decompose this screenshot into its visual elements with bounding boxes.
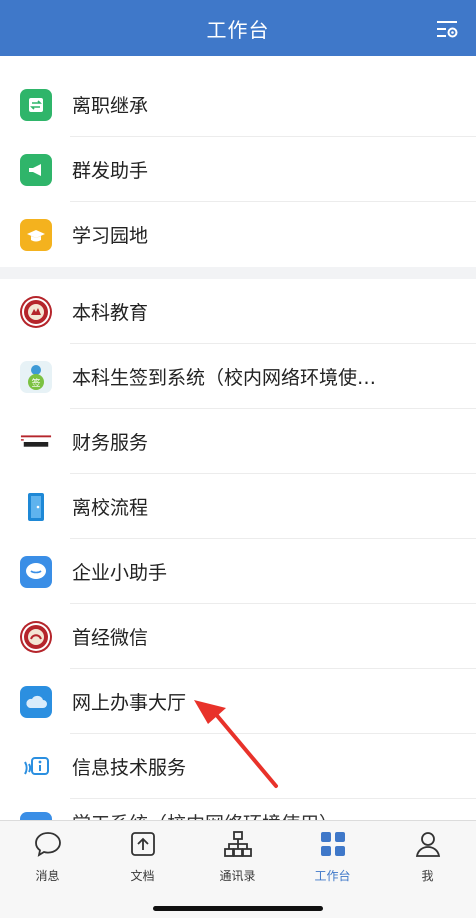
page-title: 工作台 [206,17,270,42]
org-chart-icon [223,831,252,857]
app-label: 离职继承 [72,95,149,117]
tab-documents[interactable]: 文档 [95,829,190,889]
app-label: 本科教育 [72,302,149,324]
sign-in-mascot-icon: 签 [20,360,52,393]
app-item-enterprise-assistant[interactable]: 企业小助手 [0,539,476,604]
app-label: 学习园地 [72,225,149,247]
workbench-app-list: 离职继承 群发助手 学习园地 本科教育 签 本科生签到系统（校内网络环境使… 财… [0,56,476,820]
tab-me[interactable]: 我 [380,829,475,889]
list-top-gap [0,56,476,72]
app-item-mass-message[interactable]: 群发助手 [0,137,476,202]
university-seal-icon [20,620,52,653]
transfer-icon [20,88,52,121]
tab-label: 工作台 [314,869,351,883]
finance-office-logo-icon [20,425,52,458]
app-label: 群发助手 [72,160,149,182]
settings-sliders-icon[interactable] [434,16,460,42]
tab-workbench[interactable]: 工作台 [285,829,380,889]
home-indicator [153,906,323,911]
app-item-cueb-wechat[interactable]: 首经微信 [0,604,476,669]
app-item-resignation-inherit[interactable]: 离职继承 [0,72,476,137]
app-label: 学工系统（校内网络环境使用） [72,809,338,820]
app-item-online-service-hall[interactable]: 网上办事大厅 [0,669,476,734]
grid-icon [320,832,345,856]
tab-label: 我 [421,869,434,883]
chat-bubble-icon [20,555,52,588]
message-bubble-icon [34,832,61,857]
app-item-learning-garden[interactable]: 学习园地 [0,202,476,267]
document-tab-icon [130,832,155,856]
app-label: 财务服务 [72,432,149,454]
document-icon [20,812,52,820]
tab-messages[interactable]: 消息 [0,829,95,889]
tab-contacts[interactable]: 通讯录 [190,829,285,889]
tab-label: 文档 [130,869,155,883]
university-seal-icon [20,295,52,328]
section-divider [0,267,476,279]
svg-text:签: 签 [31,377,40,389]
person-icon [415,832,440,857]
app-item-undergrad-education[interactable]: 本科教育 [0,279,476,344]
bottom-tab-bar: 消息 文档 通讯录 工作台 我 [0,820,476,918]
app-item-undergrad-sign-in[interactable]: 签 本科生签到系统（校内网络环境使… [0,344,476,409]
app-item-finance-service[interactable]: 财务服务 [0,409,476,474]
app-label: 企业小助手 [72,562,168,584]
app-label: 信息技术服务 [72,757,187,779]
info-signal-icon [20,750,52,783]
app-item-leave-school[interactable]: 离校流程 [0,474,476,539]
app-label: 网上办事大厅 [72,692,187,714]
tab-label: 通讯录 [219,869,256,883]
app-label: 本科生签到系统（校内网络环境使… [72,367,377,389]
app-item-student-affairs[interactable]: 学工系统（校内网络环境使用） [0,799,476,820]
graduation-cap-icon [20,218,52,251]
megaphone-icon [20,153,52,186]
top-bar: 工作台 [0,0,476,56]
app-label: 离校流程 [72,497,149,519]
cloud-icon [20,685,52,718]
door-exit-icon [20,490,52,523]
tab-label: 消息 [35,869,60,883]
app-item-it-service[interactable]: 信息技术服务 [0,734,476,799]
app-label: 首经微信 [72,627,149,649]
